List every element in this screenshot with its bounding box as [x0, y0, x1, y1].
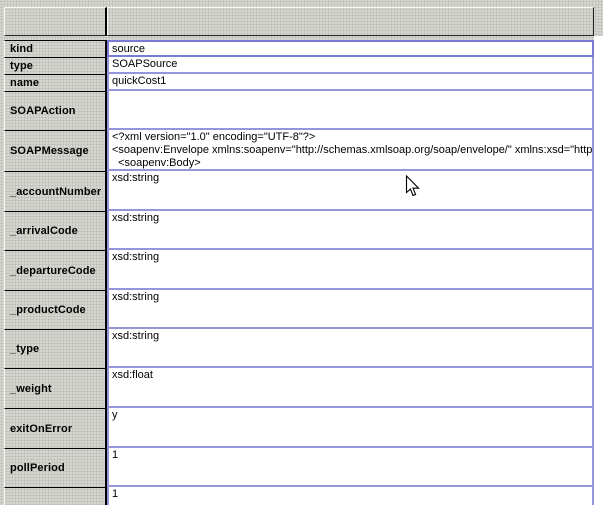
property-table-body: kind source type SOAPSource name quickCo… [4, 40, 594, 505]
table-row-type: type SOAPSource [4, 57, 594, 74]
table-row-pollperiod: pollPeriod 1 [4, 448, 594, 487]
property-value-cell[interactable]: xsd:float [107, 368, 594, 408]
property-name-cell[interactable]: SOAPMessage [4, 130, 107, 171]
table-row-soapaction: SOAPAction [4, 91, 594, 130]
table-row-arrivalcode: _arrivalCode xsd:string [4, 211, 594, 250]
property-table: kind source type SOAPSource name quickCo… [4, 7, 594, 505]
property-name-cell[interactable]: exitOnError [4, 408, 107, 448]
mouse-cursor-arrow-icon [405, 175, 420, 197]
table-right-margin [594, 36, 603, 505]
property-name-cell[interactable]: _productCode [4, 290, 107, 329]
property-value-cell[interactable]: xsd:string [107, 211, 594, 250]
table-row-name: name quickCost1 [4, 74, 594, 91]
table-row-type-param: _type xsd:string [4, 329, 594, 368]
property-value-cell[interactable]: SOAPSource [107, 57, 594, 74]
property-name-cell[interactable]: _weight [4, 368, 107, 408]
property-name-cell[interactable]: name [4, 74, 107, 91]
table-row-kind: kind source [4, 40, 594, 57]
property-value-cell[interactable] [107, 91, 594, 130]
table-row-productcode: _productCode xsd:string [4, 290, 594, 329]
table-row-accountnumber: _accountNumber xsd:string [4, 171, 594, 211]
property-name-cell[interactable]: kind [4, 40, 107, 57]
property-value-cell[interactable]: y [107, 408, 594, 448]
property-name-cell[interactable]: _type [4, 329, 107, 368]
table-row-exitonerror: exitOnError y [4, 408, 594, 448]
property-name-cell[interactable]: SOAPAction [4, 91, 107, 130]
property-name-cell[interactable]: type [4, 57, 107, 74]
table-row-departurecode: _departureCode xsd:string [4, 250, 594, 290]
property-name-cell[interactable]: _arrivalCode [4, 211, 107, 250]
table-row-clipped: 1 [4, 487, 594, 505]
property-value-cell[interactable]: xsd:string [107, 290, 594, 329]
property-value-cell-selected[interactable]: source [107, 40, 594, 57]
column-header-row [4, 7, 594, 36]
table-row-weight: _weight xsd:float [4, 368, 594, 408]
property-value-cell[interactable]: xsd:string [107, 171, 594, 211]
property-value-cell[interactable]: xsd:string [107, 329, 594, 368]
property-name-cell[interactable]: _accountNumber [4, 171, 107, 211]
table-row-soapmessage: SOAPMessage <?xml version="1.0" encoding… [4, 130, 594, 171]
value-column-header[interactable] [107, 7, 594, 36]
property-value-cell[interactable]: xsd:string [107, 250, 594, 290]
property-value-cell[interactable]: 1 [107, 487, 594, 505]
property-value-cell[interactable]: 1 [107, 448, 594, 487]
property-editor-screen: kind source type SOAPSource name quickCo… [0, 0, 603, 505]
property-name-cell[interactable]: pollPeriod [4, 448, 107, 487]
property-value-cell[interactable]: <?xml version="1.0" encoding="UTF-8"?> <… [107, 130, 594, 171]
property-column-header[interactable] [4, 7, 107, 36]
property-name-cell[interactable]: _departureCode [4, 250, 107, 290]
property-name-cell[interactable] [4, 487, 107, 505]
property-value-cell[interactable]: quickCost1 [107, 74, 594, 91]
